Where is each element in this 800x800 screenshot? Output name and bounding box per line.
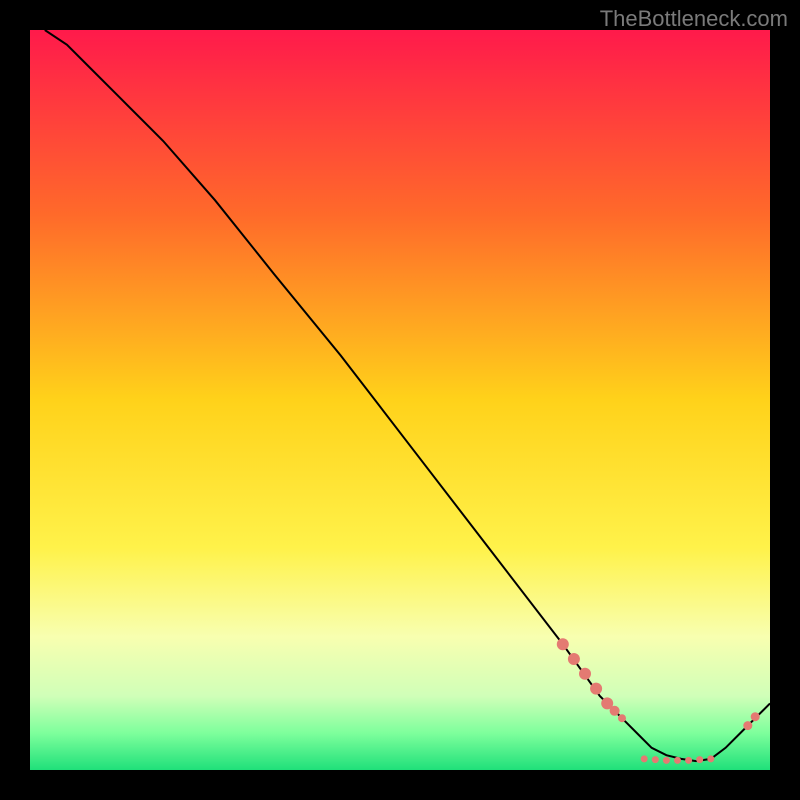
chart-svg bbox=[30, 30, 770, 770]
data-point bbox=[707, 755, 714, 762]
data-point bbox=[663, 757, 670, 764]
watermark-text: TheBottleneck.com bbox=[600, 6, 788, 32]
data-point bbox=[641, 755, 648, 762]
data-point bbox=[590, 683, 602, 695]
data-point bbox=[557, 638, 569, 650]
data-point bbox=[696, 756, 703, 763]
data-point bbox=[685, 757, 692, 764]
data-point bbox=[674, 757, 681, 764]
data-point bbox=[751, 712, 760, 721]
data-point bbox=[652, 756, 659, 763]
plot-area bbox=[30, 30, 770, 770]
data-point bbox=[579, 668, 591, 680]
data-point bbox=[743, 721, 752, 730]
data-point bbox=[610, 706, 620, 716]
data-point bbox=[618, 714, 626, 722]
curve-line bbox=[45, 30, 770, 761]
data-point bbox=[568, 653, 580, 665]
